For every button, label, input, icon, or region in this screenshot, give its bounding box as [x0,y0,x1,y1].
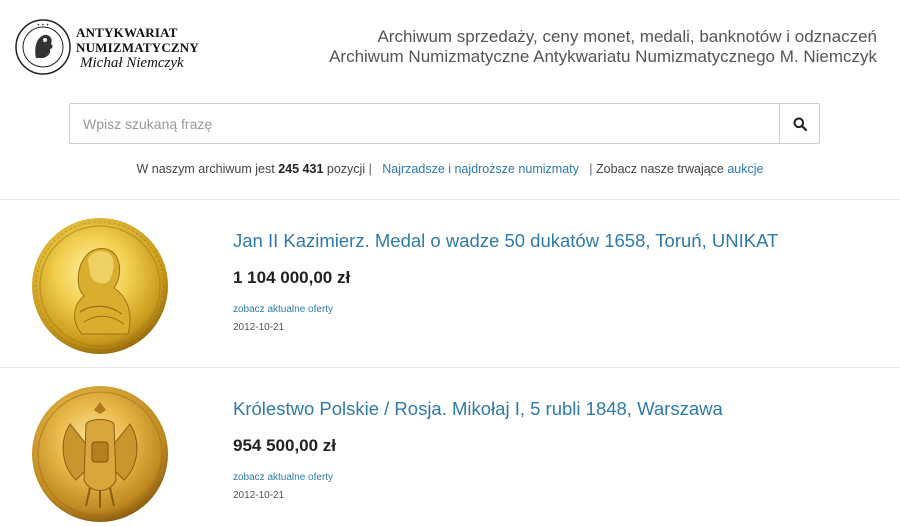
stats-prefix: W naszym archiwum jest [136,162,275,176]
search-button[interactable] [779,104,819,143]
list-item: Jan II Kazimierz. Medal o wadze 50 dukat… [0,200,900,367]
rarest-coins-link[interactable]: Najrzadsze i najdroższe numizmaty [382,162,579,176]
item-title-link[interactable]: Jan II Kazimierz. Medal o wadze 50 dukat… [233,230,778,252]
gold-coin-eagle-icon[interactable] [30,384,170,524]
archive-stats: W naszym archiwum jest 245 431 pozycji |… [0,162,900,176]
header-titles: Archiwum sprzedaży, ceny monet, medali, … [329,27,877,67]
stats-separator: | [368,162,372,176]
auctions-link[interactable]: aukcje [727,162,763,176]
header-title-line1: Archiwum sprzedaży, ceny monet, medali, … [377,27,877,46]
item-date: 2012-10-21 [233,322,285,333]
stats-suffix: pozycji [326,162,366,176]
logo-seal-icon: ✦ ✦ ✦ [15,19,71,75]
item-title-link[interactable]: Królestwo Polskie / Rosja. Mikołaj I, 5 … [233,398,723,420]
stats-count: 245 431 [278,162,324,176]
list-item: Królestwo Polskie / Rosja. Mikołaj I, 5 … [0,368,900,527]
current-offers-link[interactable]: zobacz aktualne oferty [233,472,333,483]
logo-line-numizmatyczny: NUMIZMATYCZNY [76,40,199,55]
current-offers-link[interactable]: zobacz aktualne oferty [233,304,333,315]
item-price: 954 500,00 zł [233,436,337,455]
stats-separator: | [589,162,593,176]
auctions-prefix: Zobacz nasze trwające [596,162,724,176]
search-bar [69,103,820,144]
search-input[interactable] [70,104,780,143]
svg-text:✦ ✦ ✦: ✦ ✦ ✦ [37,22,50,27]
site-header: ✦ ✦ ✦ ANTYKWARIAT NUMIZMATYCZNY Michał N… [0,0,900,90]
logo-line-owner: Michał Niemczyk [80,55,184,71]
header-title-line2: Archiwum Numizmatyczne Antykwariatu Numi… [329,47,877,66]
search-icon [793,117,807,131]
logo-line-antykwariat: ANTYKWARIAT [76,25,178,40]
item-date: 2012-10-21 [233,490,285,501]
item-price: 1 104 000,00 zł [233,268,351,287]
gold-medal-portrait-icon[interactable] [30,216,170,356]
site-logo[interactable]: ✦ ✦ ✦ ANTYKWARIAT NUMIZMATYCZNY Michał N… [14,18,204,78]
